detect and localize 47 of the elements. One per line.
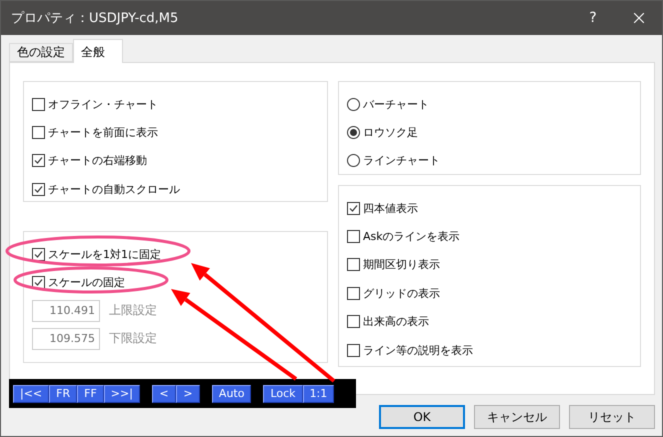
checkbox[interactable]	[347, 315, 360, 328]
checkbox-label[interactable]: 出来高の表示	[363, 314, 429, 330]
toolbar-button[interactable]: Auto	[212, 384, 252, 402]
toolbar-button[interactable]: FR	[49, 384, 78, 402]
toolbar-button[interactable]: <	[152, 384, 176, 402]
radio-button[interactable]	[347, 154, 360, 168]
checkbox[interactable]	[347, 258, 360, 272]
radio-label[interactable]: ラインチャート	[363, 153, 440, 168]
toolbar-button[interactable]: Lock	[263, 384, 303, 402]
checkbox[interactable]	[347, 202, 360, 215]
checkbox-label[interactable]: Askのラインを表示	[363, 229, 460, 244]
help-button[interactable]: ?	[570, 1, 616, 35]
radio-button[interactable]	[347, 126, 360, 140]
checkbox-label[interactable]: オフライン・チャート	[48, 96, 158, 112]
dialog-button[interactable]: OK	[379, 405, 465, 429]
checkbox[interactable]	[32, 182, 45, 196]
checkbox-label[interactable]: チャートの右端移動	[48, 153, 147, 168]
checkbox-label[interactable]: チャートの自動スクロール	[48, 182, 180, 197]
toolbar-button[interactable]: FF	[77, 384, 104, 402]
checkbox[interactable]	[32, 98, 45, 111]
checkbox[interactable]	[347, 286, 360, 300]
checkbox[interactable]	[347, 230, 360, 244]
toolbar-button[interactable]: >>|	[104, 384, 140, 402]
field-label: 下限設定	[109, 330, 157, 348]
window-title: プロパティ：USDJPY-cd,M5	[11, 10, 180, 27]
checkbox[interactable]	[32, 248, 45, 261]
toolbar-button[interactable]: 1:1	[302, 384, 334, 402]
radio-label[interactable]: ロウソク足	[363, 125, 418, 140]
checkbox-label[interactable]: スケールの固定	[48, 275, 125, 290]
field-label: 上限設定	[109, 302, 157, 320]
checkbox[interactable]	[347, 344, 360, 357]
toolbar-button[interactable]: |<<	[13, 384, 50, 402]
checkbox[interactable]	[32, 154, 45, 168]
dialog-button[interactable]: キャンセル	[474, 405, 560, 429]
radio-button[interactable]	[347, 98, 360, 111]
tab[interactable]: 色の設定	[9, 43, 73, 62]
checkbox-label[interactable]: 期間区切り表示	[363, 257, 440, 272]
checkbox-label[interactable]: 四本値表示	[363, 200, 418, 216]
radio-label[interactable]: バーチャート	[363, 96, 429, 112]
checkbox-label[interactable]: チャートを前面に表示	[48, 125, 158, 140]
tab[interactable]: 全般	[73, 39, 123, 63]
checkbox-label[interactable]: スケールを1対1に固定	[48, 246, 161, 262]
checkbox-label[interactable]: ライン等の説明を表示	[363, 342, 473, 358]
dialog-button[interactable]: リセット	[569, 405, 655, 429]
checkbox[interactable]	[32, 126, 45, 140]
checkbox-label[interactable]: グリッドの表示	[363, 286, 440, 301]
toolbar-button[interactable]: >	[176, 384, 200, 402]
